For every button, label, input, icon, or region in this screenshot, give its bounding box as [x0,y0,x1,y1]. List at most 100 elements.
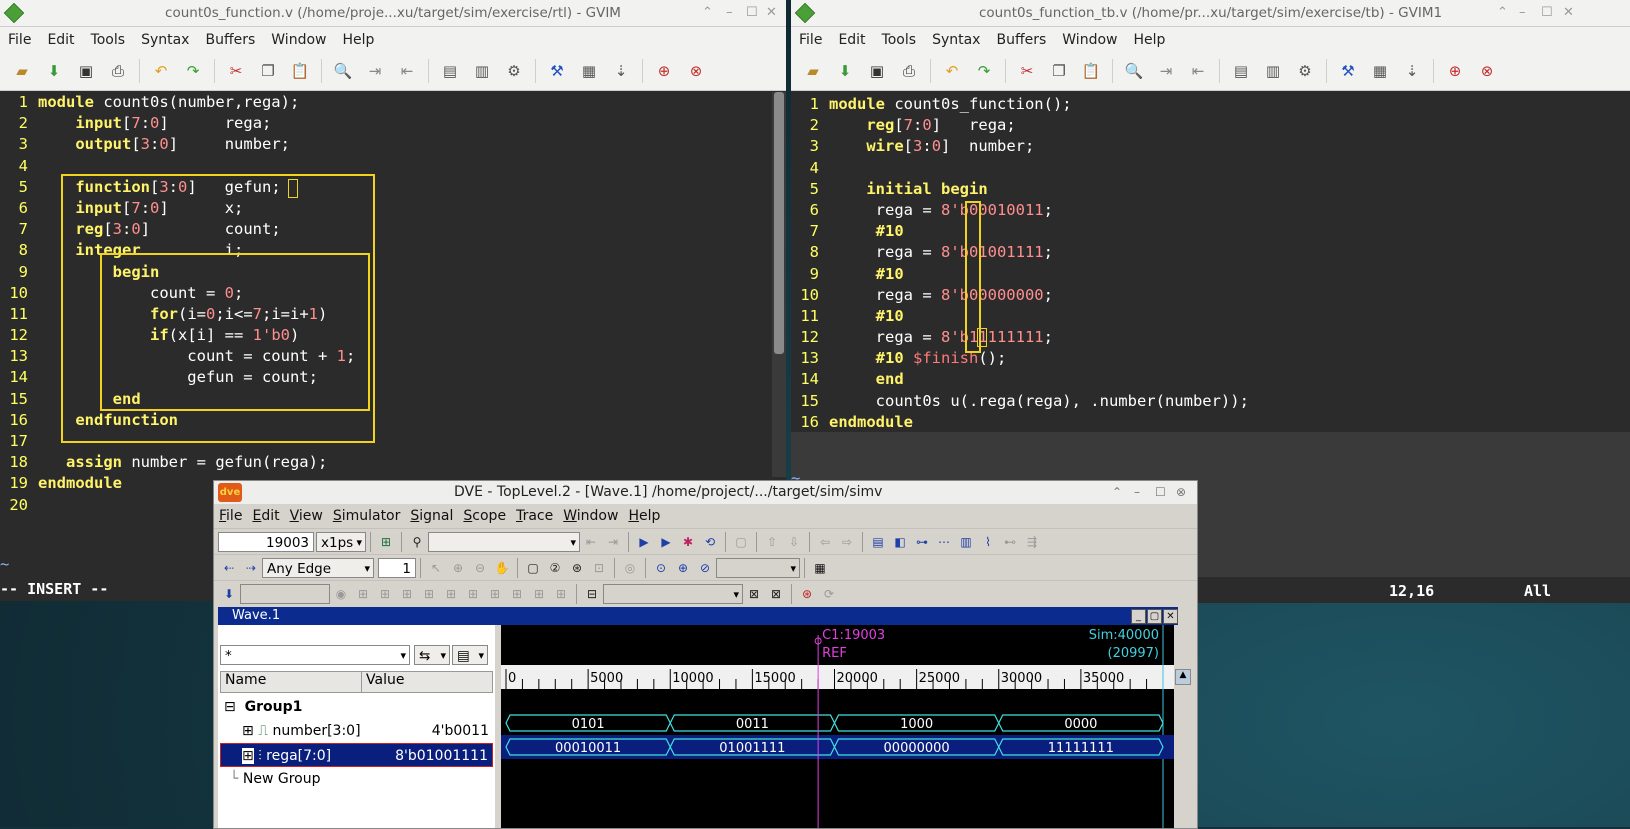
help-icon[interactable]: ⊕ [1444,61,1466,81]
bp7-icon[interactable]: ⊞ [464,585,482,603]
code-line[interactable]: 1 module count0s(number,rega); [0,92,355,113]
minimize-icon[interactable]: ⌃ [1112,481,1122,504]
menu-syntax[interactable]: Syntax [133,32,197,48]
cut-icon[interactable]: ✂ [225,61,247,81]
binoculars-icon[interactable]: ⚲ [408,533,426,551]
menu-window[interactable]: Window [1054,32,1125,48]
left-scrollbar-thumb[interactable] [774,92,784,354]
open-icon[interactable]: ▰ [11,61,33,81]
find-prev-icon[interactable]: ⇤ [396,61,418,81]
cursor-del-icon[interactable]: ⊠ [767,585,785,603]
waveform-icon[interactable]: ▦ [811,559,829,577]
menu-edit[interactable]: Edit [39,32,82,48]
close-icon[interactable]: ✕ [1563,0,1574,26]
undo-icon[interactable]: ↶ [150,61,172,81]
waveform-vertical-scrollbar[interactable]: ▲ [1174,625,1191,828]
link-icon[interactable]: ⇶ [1023,533,1041,551]
zoom-fit-icon[interactable]: ⊘ [696,559,714,577]
scroll-up-icon[interactable]: ▲ [1175,669,1191,685]
find-replace-icon[interactable]: 🔍 [1123,61,1145,81]
menu-file[interactable]: File [214,508,247,524]
signal-row-number[interactable]: ⊞ ⎍ number[3:0] 4'b0011 [220,719,493,743]
bp8-icon[interactable]: ⊞ [486,585,504,603]
make-icon[interactable]: ⚒ [546,61,568,81]
code-line[interactable]: 5 initial begin [791,179,1249,200]
wave-icon[interactable]: ⋯ [935,533,953,551]
print-icon[interactable]: ⎙ [107,61,129,81]
menu-signal[interactable]: Signal [405,508,458,524]
run-icon[interactable]: ⊞ [377,533,395,551]
signal-row-rega[interactable]: ⊞ ⫶ rega[7:0] 8'b01001111 [220,743,493,767]
save-session-icon[interactable]: ▥ [471,61,493,81]
expand-icon[interactable]: ⊞ [242,723,254,739]
save-icon[interactable]: ⬇ [43,61,65,81]
up-icon[interactable]: ⇧ [763,533,781,551]
code-line[interactable]: 13 #10 $finish(); [791,348,1249,369]
code-line[interactable]: 6 rega = 8'b00010011; [791,200,1249,221]
step-input[interactable]: 1 [378,557,416,578]
record-icon[interactable]: ⊛ [798,585,816,603]
zoom-prev-icon[interactable]: ⊙ [652,559,670,577]
clipboard-icon[interactable]: ▢ [732,533,750,551]
time-input[interactable]: 19003 [218,531,314,552]
code-line[interactable]: 16 endmodule [791,412,1249,433]
restore-icon[interactable]: ☐ [1541,0,1553,26]
zoom-out-icon[interactable]: ⊖ [471,559,489,577]
time-unit-select[interactable]: x1ps [316,531,366,553]
maximize-icon[interactable]: – [1134,481,1140,504]
bp2-icon[interactable]: ⊞ [354,585,372,603]
redo-icon[interactable]: ↷ [973,61,995,81]
waveform-canvas[interactable]: 0 5000 10000 15000 20000 25000 30000 35000 C1:19… [501,625,1174,828]
restore-icon[interactable]: ☐ [746,0,758,26]
open-icon[interactable]: ▰ [802,61,824,81]
step-icon[interactable]: ▶ [635,533,653,551]
waveform-pane[interactable]: 0 5000 10000 15000 20000 25000 30000 35000 C1:19… [501,625,1174,828]
menu-view[interactable]: View [285,508,328,524]
code-line[interactable]: 4 [791,158,1249,179]
minimize-icon[interactable]: ⌃ [1497,0,1508,26]
back-icon[interactable]: ⇦ [816,533,834,551]
menu-buffers[interactable]: Buffers [197,32,263,48]
refresh-icon[interactable]: ⟳ [820,585,838,603]
run-script-icon[interactable]: ⚙ [1294,61,1316,81]
cursor-add-icon[interactable]: ⊠ [745,585,763,603]
find-replace-icon[interactable]: 🔍 [332,61,354,81]
stop-icon[interactable]: ✱ [679,533,697,551]
menu-help[interactable]: Help [1125,32,1173,48]
bp5-icon[interactable]: ⊞ [420,585,438,603]
copy-icon[interactable]: ❐ [257,61,279,81]
bp6-icon[interactable]: ⊞ [442,585,460,603]
find-help-icon[interactable]: ⊗ [685,61,707,81]
save-icon[interactable]: ⬇ [834,61,856,81]
make-icon[interactable]: ⚒ [1337,61,1359,81]
paste-icon[interactable]: 📋 [1080,61,1102,81]
expression-input[interactable] [240,583,330,604]
restore-icon[interactable]: ▢ [1147,609,1162,624]
tags-icon[interactable]: ⇣ [610,61,632,81]
fit-icon[interactable]: ⊡ [590,559,608,577]
marker-icon[interactable]: ◎ [621,559,639,577]
schematic-icon[interactable]: ⊶ [913,533,931,551]
find-next-icon[interactable]: ⇥ [1155,61,1177,81]
hierarchy-icon[interactable]: ▤ [869,533,887,551]
maximize-icon[interactable]: – [726,0,733,26]
load-session-icon[interactable]: ▤ [1230,61,1252,81]
help-icon[interactable]: ⊕ [653,61,675,81]
new-group-row[interactable]: └ New Group [220,767,493,791]
menu-help[interactable]: Help [623,508,665,524]
paste-icon[interactable]: 📋 [289,61,311,81]
menu-tools[interactable]: Tools [83,32,134,48]
list-icon[interactable]: ▥ [957,533,975,551]
redo-icon[interactable]: ↷ [182,61,204,81]
maximize-icon[interactable]: – [1519,0,1526,26]
menu-syntax[interactable]: Syntax [924,32,988,48]
right-code-area[interactable]: 1 module count0s_function(); 2 reg[7:0] re… [791,94,1249,433]
menu-edit[interactable]: Edit [247,508,284,524]
run-script-icon[interactable]: ⚙ [503,61,525,81]
menu-scope[interactable]: Scope [458,508,511,524]
find-next-icon[interactable]: ⇥ [604,533,622,551]
prev-edge-icon[interactable]: ⇠ [220,559,238,577]
menu-help[interactable]: Help [334,32,382,48]
close-icon[interactable]: ✕ [766,0,777,26]
code-line[interactable]: 3 wire[3:0] number; [791,136,1249,157]
